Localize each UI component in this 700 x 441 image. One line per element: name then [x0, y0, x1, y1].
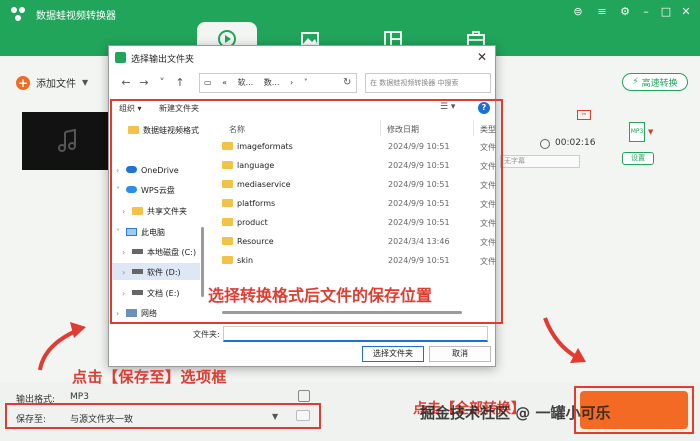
save-to-chevron-icon[interactable]: ▼: [272, 412, 278, 421]
dialog-annotation: 选择转换格式后文件的保存位置: [208, 286, 433, 305]
settings-icon[interactable]: ⚙: [617, 4, 633, 20]
minimize-icon[interactable]: –: [638, 4, 654, 20]
open-folder-icon[interactable]: [296, 410, 310, 421]
clock-icon: [540, 139, 550, 149]
breadcrumb-overflow[interactable]: «: [222, 78, 227, 87]
add-file-label: 添加文件: [36, 79, 76, 90]
high-speed-label: 高速转换: [641, 78, 678, 89]
up-icon[interactable]: ↑: [171, 76, 189, 89]
format-settings-icon[interactable]: [298, 390, 310, 402]
app-logo-icon: [11, 7, 25, 21]
address-dropdown-icon[interactable]: ˅: [304, 78, 308, 87]
recent-chevron-icon[interactable]: ˅: [153, 76, 171, 89]
format-chevron-icon[interactable]: ▼: [648, 128, 653, 136]
dialog-titlebar: 选择输出文件夹 ✕: [109, 46, 495, 70]
breadcrumb-item[interactable]: 数...: [264, 78, 280, 87]
breadcrumb-chevron-icon[interactable]: ›: [290, 78, 293, 87]
dialog-nav: ← → ˅ ↑: [117, 76, 189, 89]
saveto-annotation: 点击【保存至】选项框: [72, 368, 228, 386]
dialog-title: 选择输出文件夹: [131, 55, 195, 65]
select-folder-button[interactable]: 选择文件夹: [362, 346, 424, 362]
high-speed-button[interactable]: ⚡ 高速转换: [622, 73, 688, 91]
dialog-close-icon[interactable]: ✕: [477, 50, 487, 64]
cut-badge-icon[interactable]: ✂: [577, 110, 591, 120]
app-title: 数据蛙视频转换器: [36, 11, 116, 22]
arrow-right-icon: [543, 317, 580, 360]
duration-text: 00:02:16: [555, 138, 596, 148]
cancel-button[interactable]: 取消: [429, 346, 491, 362]
folder-name-input[interactable]: [223, 326, 488, 342]
save-to-select[interactable]: 与源文件夹一致: [70, 412, 133, 425]
output-format-icon[interactable]: MP3: [629, 122, 645, 142]
close-icon[interactable]: ✕: [678, 4, 694, 20]
search-placeholder: 在 数据蛙视频转换器 中搜索: [370, 79, 459, 87]
output-format-value[interactable]: MP3: [70, 392, 89, 402]
forward-icon[interactable]: →: [135, 76, 153, 89]
feedback-icon[interactable]: ⊜: [570, 4, 586, 20]
subtitle-select[interactable]: 无字幕: [500, 155, 580, 168]
maximize-icon[interactable]: □: [658, 4, 674, 20]
watermark-text: 掘金技术社区 @ 一罐小可乐: [420, 404, 611, 422]
plus-icon: +: [16, 75, 30, 90]
add-file-button[interactable]: + 添加文件 ▼: [16, 75, 88, 90]
music-note-icon: [58, 128, 76, 152]
refresh-icon[interactable]: ↻: [343, 77, 351, 88]
search-input[interactable]: 在 数据蛙视频转换器 中搜索: [365, 73, 491, 93]
folder-name-label: 文件夹:: [193, 330, 220, 339]
arrow-left-icon: [38, 328, 79, 371]
back-icon[interactable]: ←: [117, 76, 135, 89]
video-thumbnail[interactable]: [22, 112, 114, 170]
menu-icon[interactable]: ≡: [594, 4, 610, 20]
chevron-down-icon[interactable]: ▼: [82, 78, 88, 87]
app-mini-icon: [115, 52, 126, 63]
save-to-label: 保存至:: [16, 415, 47, 425]
folder-icon: ▭: [204, 78, 212, 87]
address-bar[interactable]: ▭ « 软... 数... › ˅: [199, 73, 357, 93]
settings-button[interactable]: 设置: [622, 152, 654, 165]
breadcrumb-item[interactable]: 软...: [238, 78, 254, 87]
bolt-icon: ⚡: [632, 77, 639, 87]
